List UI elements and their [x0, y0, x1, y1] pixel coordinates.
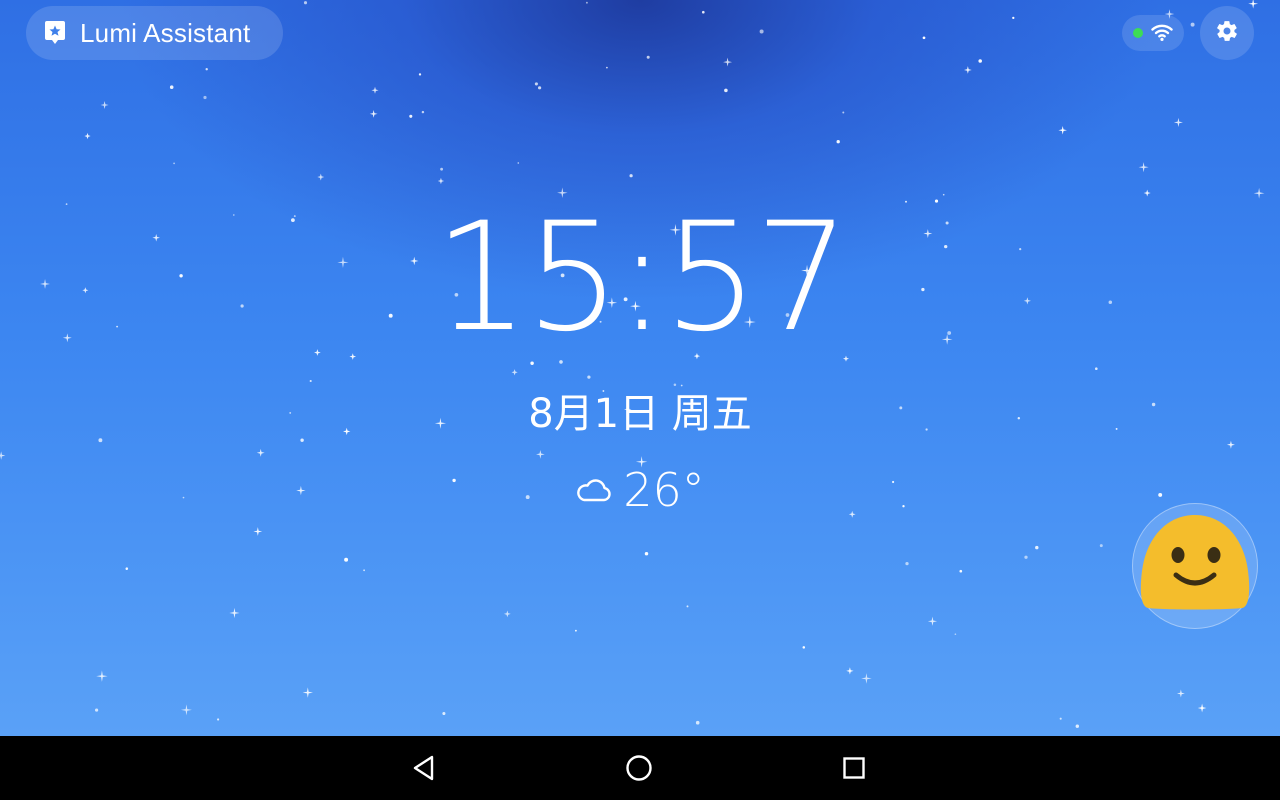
clock-time: 15:57: [433, 191, 850, 365]
assistant-button[interactable]: [1132, 503, 1258, 629]
cloud-icon: [575, 476, 613, 504]
settings-button[interactable]: [1200, 6, 1254, 60]
back-button[interactable]: [406, 750, 442, 786]
starry-wallpaper: [0, 0, 1280, 736]
smiley-face-icon: [1140, 515, 1250, 610]
gear-icon: [1215, 19, 1239, 47]
home-button[interactable]: [621, 750, 657, 786]
connection-dot: [1133, 28, 1143, 38]
recents-button[interactable]: [836, 750, 872, 786]
temperature-value: 26°: [623, 463, 705, 517]
wifi-icon: [1151, 22, 1173, 46]
date-label: 8月1日 周五: [528, 391, 752, 437]
back-triangle-icon: [413, 755, 434, 781]
weather-widget[interactable]: 26°: [540, 460, 740, 520]
star-field: [0, 0, 1265, 728]
home-screen: Lumi Assistant 15:57 8月1日 周五 26°: [0, 0, 1280, 800]
connection-status[interactable]: [1122, 15, 1184, 51]
recents-square-icon: [843, 757, 865, 779]
app-title: Lumi Assistant: [80, 17, 251, 48]
assistant-star-icon: [44, 20, 66, 46]
home-circle-icon: [626, 755, 652, 781]
navigation-bar: [0, 736, 1280, 800]
app-title-chip[interactable]: Lumi Assistant: [26, 6, 283, 60]
